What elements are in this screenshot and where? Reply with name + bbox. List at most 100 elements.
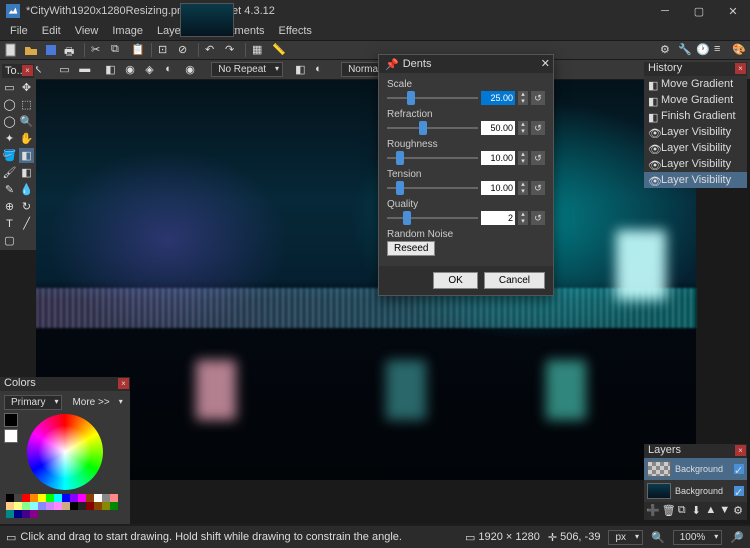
recolor-tool[interactable]: ↻ (19, 199, 34, 214)
palette-swatch[interactable] (70, 494, 78, 502)
reseed-button[interactable]: Reseed (387, 241, 435, 256)
layer-item[interactable]: Background ✓ (644, 480, 747, 502)
redo-icon[interactable]: ↷ (225, 43, 239, 57)
value-input[interactable]: 50.00 (481, 121, 515, 135)
unit-dropdown[interactable]: px (608, 530, 643, 545)
new-icon[interactable] (4, 43, 18, 57)
palette-swatch[interactable] (54, 502, 62, 510)
reset-icon[interactable]: ↺ (531, 121, 545, 135)
palette-swatch[interactable] (14, 510, 22, 518)
palette-swatch[interactable] (22, 494, 30, 502)
undo-icon[interactable]: ↶ (205, 43, 219, 57)
layers-header[interactable]: Layers× (644, 444, 747, 458)
fill-tool[interactable]: 🪣 (2, 148, 17, 163)
zoom-out-icon[interactable]: 🔍 (651, 531, 665, 544)
pencil-tool[interactable]: ✎ (2, 182, 17, 197)
lasso-tool[interactable]: ◯ (2, 97, 17, 112)
close-icon[interactable]: ✕ (541, 57, 550, 70)
palette-swatch[interactable] (30, 510, 38, 518)
palette-swatch[interactable] (22, 510, 30, 518)
secondary-swatch[interactable] (4, 429, 18, 443)
spinner[interactable]: ▴▾ (518, 91, 528, 105)
palette-swatch[interactable] (14, 494, 22, 502)
history-item[interactable]: ◧Move Gradient (644, 92, 747, 108)
deselect-icon[interactable]: ⊘ (178, 43, 192, 57)
copy-icon[interactable]: ⧉ (111, 43, 125, 57)
close-icon[interactable]: × (735, 63, 746, 74)
spinner[interactable]: ▴▾ (518, 211, 528, 225)
menu-image[interactable]: Image (106, 23, 149, 39)
history-item[interactable]: 👁Layer Visibility (644, 124, 747, 140)
more-button[interactable]: More >> (66, 396, 125, 409)
duplicate-layer-icon[interactable]: ⧉ (678, 504, 690, 518)
gradient-diamond-icon[interactable]: ◈ (145, 63, 159, 77)
palette-swatch[interactable] (110, 494, 118, 502)
palette-swatch[interactable] (38, 494, 46, 502)
close-button[interactable]: ✕ (716, 0, 750, 22)
palette-swatch[interactable] (54, 494, 62, 502)
reset-icon[interactable]: ↺ (531, 91, 545, 105)
canvas-image[interactable] (36, 80, 696, 480)
shapes-tool[interactable]: ▢ (2, 233, 17, 248)
document-thumbnail[interactable] (180, 3, 234, 37)
palette-swatch[interactable] (46, 494, 54, 502)
close-icon[interactable]: × (118, 378, 129, 389)
history-item[interactable]: 👁Layer Visibility (644, 140, 747, 156)
history-item[interactable]: ◧Finish Gradient (644, 108, 747, 124)
eraser-tool[interactable]: ◧ (19, 165, 34, 180)
menu-effects[interactable]: Effects (273, 23, 318, 39)
reset-icon[interactable]: ↺ (531, 181, 545, 195)
move-down-icon[interactable]: ▼ (719, 504, 731, 518)
history-item[interactable]: ◧Move Gradient (644, 76, 747, 92)
history-item[interactable]: 👁Layer Visibility (644, 172, 747, 188)
visibility-checkbox[interactable]: ✓ (734, 464, 744, 474)
value-input[interactable]: 10.00 (481, 151, 515, 165)
add-layer-icon[interactable]: ➕ (646, 504, 660, 518)
palette-swatch[interactable] (110, 502, 118, 510)
magic-wand-tool[interactable]: ✦ (2, 131, 17, 146)
color-palette[interactable] (4, 492, 126, 520)
layer-item[interactable]: Background ✓ (644, 458, 747, 480)
history-item[interactable]: 👁Layer Visibility (644, 156, 747, 172)
grid-icon[interactable]: ▦ (252, 43, 266, 57)
palette-swatch[interactable] (6, 494, 14, 502)
crop-icon[interactable]: ⊡ (158, 43, 172, 57)
minimize-button[interactable]: ─ (648, 0, 682, 22)
palette-swatch[interactable] (38, 502, 46, 510)
clone-tool[interactable]: ⊕ (2, 199, 17, 214)
slider-scale[interactable] (387, 91, 478, 105)
palette-swatch[interactable] (86, 502, 94, 510)
primary-swatch[interactable] (4, 413, 18, 427)
palette-swatch[interactable] (102, 502, 110, 510)
layers-panel-icon[interactable]: ≡ (714, 43, 728, 57)
tools-panel-icon[interactable]: 🔧 (678, 43, 692, 57)
maximize-button[interactable]: ▢ (682, 0, 716, 22)
primary-dropdown[interactable]: Primary (4, 395, 62, 410)
spinner[interactable]: ▴▾ (518, 121, 528, 135)
slider-tension[interactable] (387, 181, 478, 195)
picker-tool[interactable]: 💧 (19, 182, 34, 197)
palette-swatch[interactable] (22, 502, 30, 510)
toolbox-header[interactable]: To...× (2, 64, 34, 78)
value-input[interactable]: 25.00 (481, 91, 515, 105)
palette-swatch[interactable] (6, 502, 14, 510)
move-tool[interactable]: ✥ (19, 80, 34, 95)
menu-edit[interactable]: Edit (36, 23, 67, 39)
palette-swatch[interactable] (86, 494, 94, 502)
palette-swatch[interactable] (62, 502, 70, 510)
visibility-checkbox[interactable]: ✓ (734, 486, 744, 496)
palette-swatch[interactable] (94, 494, 102, 502)
palette-swatch[interactable] (6, 510, 14, 518)
palette-swatch[interactable] (102, 494, 110, 502)
color-wheel[interactable] (27, 414, 103, 490)
move-selection-tool[interactable]: ⬚ (19, 97, 34, 112)
reset-icon[interactable]: ↺ (531, 211, 545, 225)
slider-roughness[interactable] (387, 151, 478, 165)
paste-icon[interactable]: 📋 (131, 43, 145, 57)
gradient-tool[interactable]: ◧ (19, 148, 34, 163)
menu-view[interactable]: View (69, 23, 105, 39)
zoom-tool[interactable]: 🔍 (19, 114, 34, 129)
alpha-mode-icon[interactable]: ◐ (315, 63, 329, 77)
palette-swatch[interactable] (14, 502, 22, 510)
zoom-dropdown[interactable]: 100% (673, 530, 723, 545)
